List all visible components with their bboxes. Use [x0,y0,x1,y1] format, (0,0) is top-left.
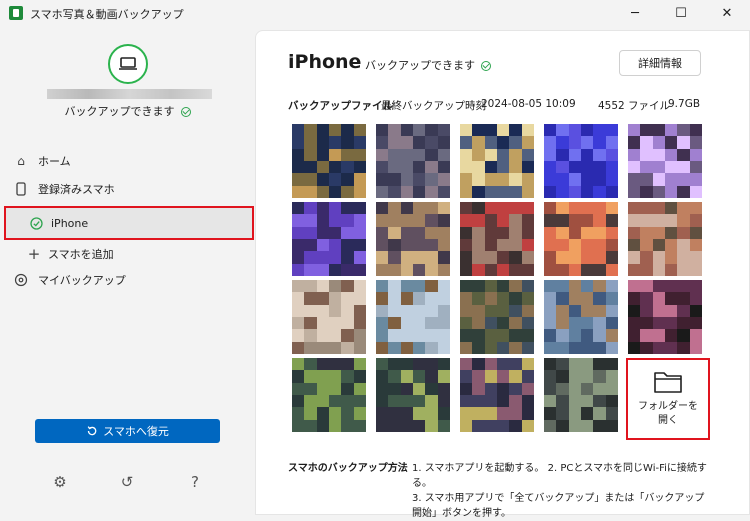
photo-thumbnail[interactable] [292,202,366,276]
photo-thumbnail[interactable] [292,358,366,432]
app-logo-icon [9,6,23,20]
howto-title: スマホのバックアップ方法 [288,463,408,474]
nav-add-phone[interactable]: + スマホを追加 [0,241,255,267]
nav-registered-phones[interactable]: 登録済みスマホ [0,176,255,202]
photo-thumbnail[interactable] [628,124,702,198]
nav-add-phone-label: スマホを追加 [48,248,114,261]
photo-thumbnail[interactable] [628,280,702,354]
restore-button-label: スマホへ復元 [103,425,169,438]
main-status-text: バックアップできます [365,59,475,72]
photo-thumbnail[interactable] [376,124,450,198]
main-pane: iPhone バックアップできます 詳細情報 バックアップファイル 最終バックア… [255,30,750,519]
backup-size: 9.7GB [668,98,701,110]
help-icon[interactable]: ? [184,471,206,493]
open-folder-label: フォルダーを 開く [638,400,698,428]
window-title: スマホ写真＆動画バックアップ [30,8,184,21]
photo-thumbnail[interactable] [544,202,618,276]
nav-iphone[interactable]: iPhone [4,206,254,240]
last-backup-time: 2024-08-05 10:09 [481,98,576,110]
backup-icon [13,272,29,288]
minimize-button[interactable]: ─ [612,0,658,26]
settings-icon[interactable]: ⚙ [49,471,71,493]
home-icon: ⌂ [17,154,25,168]
device-status-text: バックアップできます [64,105,175,118]
photo-thumbnail[interactable] [544,280,618,354]
nav-home[interactable]: ⌂ ホーム [0,148,255,174]
restore-icon [87,426,97,436]
title-bar: スマホ写真＆動画バックアップ ─ ☐ ✕ [0,0,750,26]
sidebar: バックアップできます ⌂ ホーム 登録済みスマホ iPhone + スマホを追加… [0,26,255,515]
restore-to-phone-button[interactable]: スマホへ復元 [35,419,220,443]
last-backup-label: 最終バックアップ時刻 [381,100,486,112]
photo-thumbnail[interactable] [460,124,534,198]
history-icon[interactable]: ↺ [116,471,138,493]
check-circle-icon [180,107,191,117]
photo-thumbnail[interactable] [376,280,450,354]
howto-step-2: 3. スマホ用アプリで「全てバックアップ」または「バックアップ開始」ボタンを押す… [412,493,705,519]
nav-my-backup-label: マイバックアップ [38,274,126,287]
photo-thumbnail[interactable] [376,358,450,432]
photo-thumbnail[interactable] [376,202,450,276]
device-title: iPhone [288,51,362,73]
device-status: バックアップできます [0,103,255,119]
close-button[interactable]: ✕ [704,0,750,26]
details-button[interactable]: 詳細情報 [619,50,701,76]
check-circle-icon [481,61,491,71]
open-folder-label-line1: フォルダーを [638,401,698,412]
nav-home-label: ホーム [38,155,71,168]
photo-thumbnail[interactable] [292,280,366,354]
blurred-device-name [47,89,212,99]
photo-thumbnail[interactable] [544,124,618,198]
photo-thumbnail[interactable] [460,202,534,276]
open-folder-label-line2: 開く [658,415,678,426]
plus-icon: + [27,245,41,263]
open-folder-button[interactable]: フォルダーを 開く [626,358,710,440]
check-circle-icon [28,215,44,231]
main-status: バックアップできます [365,57,491,73]
howto-step-1: 1. スマホアプリを起動する。 2. PCとスマホを同じWi-Fiに接続する。 [412,463,707,489]
photo-thumbnail[interactable] [292,124,366,198]
laptop-icon [108,44,148,84]
photo-thumbnail[interactable] [460,358,534,432]
photo-thumbnail[interactable] [628,202,702,276]
backup-files-label: バックアップファイル [288,100,393,112]
maximize-button[interactable]: ☐ [658,0,704,26]
folder-icon [654,372,682,393]
nav-my-backup[interactable]: マイバックアップ [0,267,255,293]
photo-thumbnail[interactable] [460,280,534,354]
photo-thumbnail[interactable] [544,358,618,432]
howto-steps: 1. スマホアプリを起動する。 2. PCとスマホを同じWi-Fiに接続する。 … [412,461,712,521]
phone-icon [13,181,29,197]
file-count: 4552 ファイル [598,100,671,112]
nav-registered-phones-label: 登録済みスマホ [38,183,115,196]
nav-iphone-label: iPhone [51,216,89,230]
